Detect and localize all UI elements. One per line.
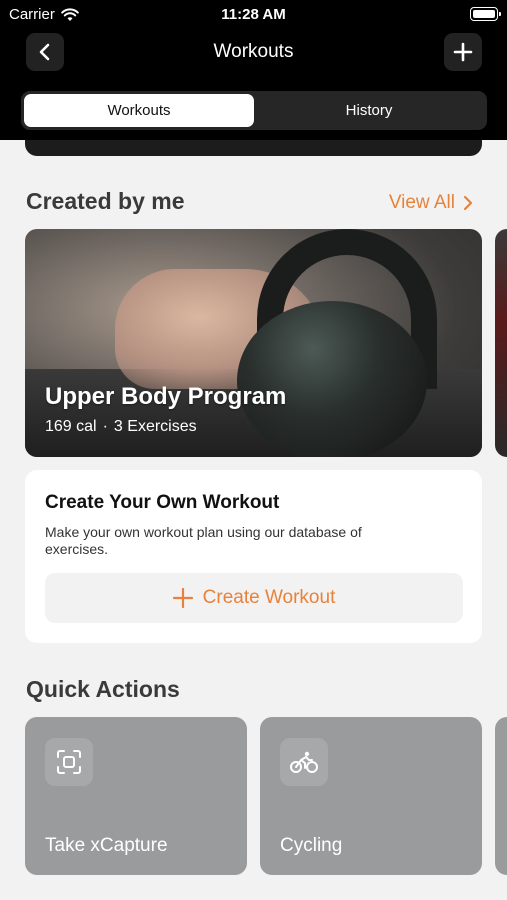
page-title: Workouts — [213, 41, 294, 62]
quick-action-cycling[interactable]: Cycling — [260, 717, 482, 875]
next-program-card-edge[interactable] — [495, 229, 507, 457]
program-title: Upper Body Program — [45, 383, 287, 410]
kettlebell-image — [237, 301, 427, 457]
quick-action-label: Take xCapture — [45, 835, 168, 856]
add-workout-button[interactable] — [444, 33, 482, 71]
plus-icon — [453, 42, 473, 62]
status-bar: Carrier 11:28 AM — [0, 0, 507, 28]
quick-action-label: Cycling — [280, 835, 343, 856]
plus-icon — [172, 588, 193, 608]
program-meta: 169 cal · 3 Exercises — [45, 418, 197, 436]
create-workout-label: Create Workout — [202, 587, 336, 608]
cycling-icon — [280, 738, 328, 786]
tab-workouts[interactable]: Workouts — [24, 94, 254, 127]
scan-icon — [45, 738, 93, 786]
program-exercises: 3 Exercises — [113, 418, 197, 435]
next-quick-action-edge[interactable] — [495, 717, 507, 875]
status-time: 11:28 AM — [221, 6, 286, 23]
quick-actions-heading: Quick Actions — [26, 676, 180, 702]
tab-history[interactable]: History — [254, 94, 484, 127]
battery-icon — [470, 7, 501, 21]
created-by-me-heading: Created by me — [26, 188, 185, 214]
create-card-description: Make your own workout plan using our dat… — [45, 524, 362, 557]
quick-action-xcapture[interactable]: Take xCapture — [25, 717, 247, 875]
view-all-label: View All — [388, 192, 455, 213]
meta-separator: · — [102, 418, 108, 435]
create-workout-card: Create Your Own Workout Make your own wo… — [25, 470, 482, 643]
program-card[interactable]: Upper Body Program 169 cal · 3 Exercises — [25, 229, 482, 457]
create-workout-button[interactable]: Create Workout — [45, 573, 463, 623]
header: Carrier 11:28 AM Workouts Workouts Histo… — [0, 0, 507, 140]
view-all-link[interactable]: View All — [389, 192, 473, 214]
program-calories: 169 cal — [45, 418, 97, 435]
previous-card-edge[interactable] — [25, 140, 482, 156]
tab-switcher: Workouts History — [21, 91, 487, 130]
chevron-right-icon — [463, 195, 473, 211]
create-card-title: Create Your Own Workout — [45, 492, 280, 513]
